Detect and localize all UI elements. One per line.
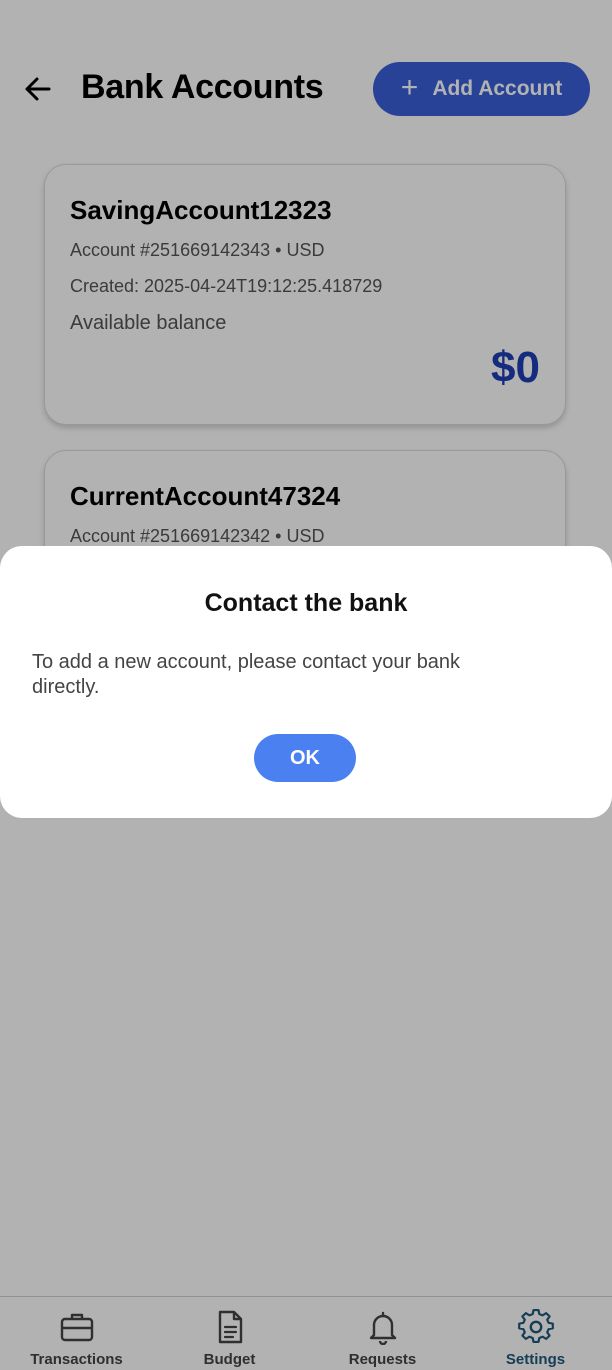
ok-button[interactable]: OK	[254, 734, 356, 782]
dialog-message: To add a new account, please contact you…	[32, 651, 461, 698]
contact-bank-dialog: Contact the bank To add a new account, p…	[0, 546, 612, 818]
dialog-title: Contact the bank	[204, 589, 408, 617]
